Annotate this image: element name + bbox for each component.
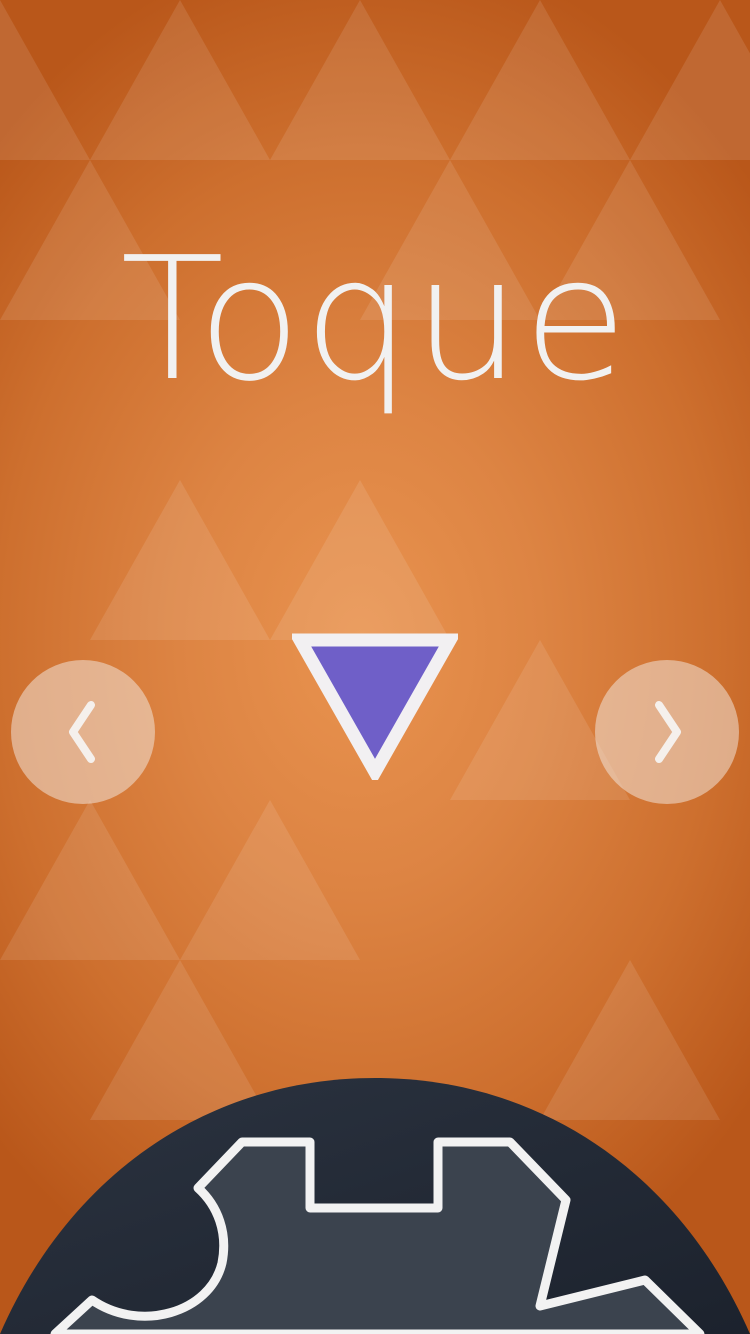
settings-button[interactable] [0, 1078, 750, 1334]
game-screen: Toque [0, 0, 750, 1334]
screen-title: Toque [120, 221, 630, 419]
chevron-right-icon [655, 701, 681, 763]
next-button[interactable] [595, 660, 739, 804]
chevron-left-icon [69, 701, 95, 763]
previous-button[interactable] [11, 660, 155, 804]
triangle-shape[interactable] [292, 632, 458, 780]
